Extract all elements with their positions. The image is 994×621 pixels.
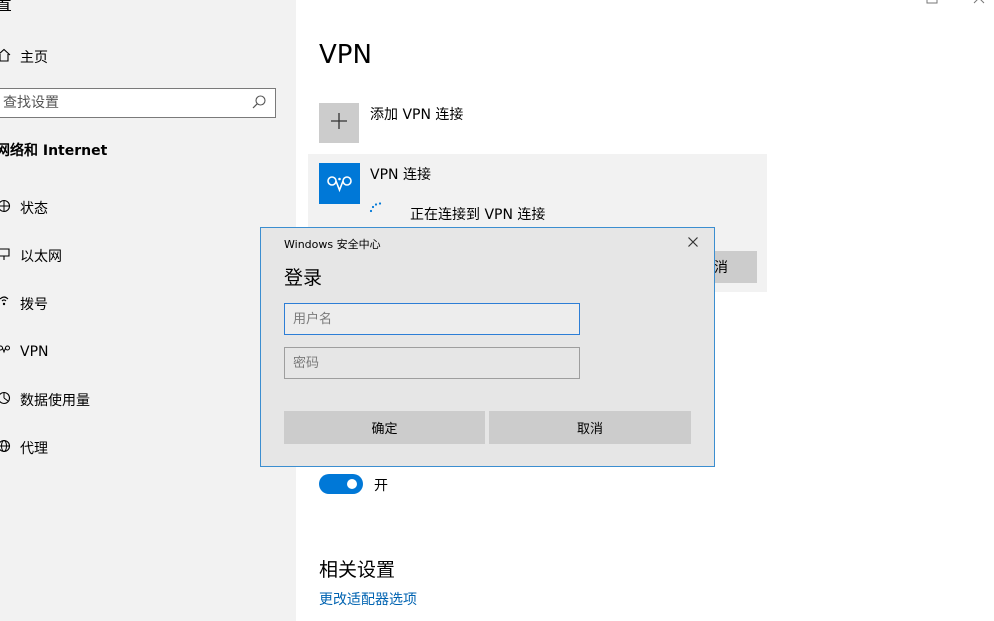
sidebar-item-status[interactable]: 状态: [0, 195, 48, 221]
password-field[interactable]: [284, 347, 580, 379]
sidebar-item-label: 代理: [20, 441, 48, 457]
search-field[interactable]: [0, 88, 276, 118]
close-icon[interactable]: [972, 0, 986, 4]
sidebar-item-label: 主页: [20, 50, 48, 66]
sidebar-item-label: 拨号: [20, 297, 48, 313]
sidebar-item-label: 以太网: [20, 249, 62, 265]
globe-icon: [0, 199, 12, 217]
sidebar-item-vpn[interactable]: VPN: [0, 339, 49, 365]
search-icon[interactable]: [251, 94, 267, 110]
sidebar-item-label: VPN: [20, 344, 49, 360]
vpn-connection-status: 正在连接到 VPN 连接: [410, 207, 546, 223]
vpn-toggle[interactable]: [319, 474, 363, 494]
ok-button[interactable]: 确定: [284, 411, 485, 444]
vpn-icon: [0, 343, 12, 361]
page-title: VPN: [319, 40, 372, 70]
vpn-connection-icon: [319, 163, 360, 204]
loading-spinner-icon: [368, 200, 384, 216]
sidebar-item-ethernet[interactable]: 以太网: [0, 243, 62, 269]
sidebar: 置 主页 网络和 Internet 状态 以太网 拨号 VPN: [0, 0, 296, 621]
toggle-knob: [347, 479, 357, 489]
ethernet-icon: [0, 247, 12, 265]
sidebar-item-dialup[interactable]: 拨号: [0, 291, 48, 317]
add-vpn-label[interactable]: 添加 VPN 连接: [370, 104, 463, 124]
sidebar-item-home[interactable]: 主页: [0, 44, 48, 70]
maximize-icon[interactable]: [925, 0, 939, 4]
settings-title: 置: [0, 0, 12, 15]
cancel-button[interactable]: 取消: [489, 411, 691, 444]
dialup-icon: [0, 295, 12, 313]
proxy-icon: [0, 439, 12, 457]
vpn-connection-name: VPN 连接: [370, 167, 431, 183]
add-vpn-button[interactable]: [319, 103, 359, 143]
home-icon: [0, 48, 12, 66]
username-field[interactable]: [284, 303, 580, 335]
related-settings-title: 相关设置: [319, 559, 396, 581]
search-input[interactable]: [3, 93, 243, 113]
plus-icon: [330, 112, 348, 134]
vpn-cancel-label: 消: [714, 260, 728, 276]
login-dialog: Windows 安全中心 登录 确定 取消: [260, 227, 715, 467]
sidebar-item-data-usage[interactable]: 数据使用量: [0, 387, 90, 413]
data-usage-icon: [0, 391, 12, 409]
sidebar-item-label: 数据使用量: [20, 393, 90, 409]
section-title: 网络和 Internet: [0, 143, 108, 159]
minimize-icon[interactable]: [878, 0, 892, 4]
sidebar-item-label: 状态: [20, 201, 48, 217]
change-adapter-options-link[interactable]: 更改适配器选项: [319, 589, 417, 609]
dialog-caption: Windows 安全中心: [284, 238, 381, 251]
dialog-title: 登录: [284, 267, 323, 289]
close-icon[interactable]: [685, 234, 701, 250]
sidebar-item-proxy[interactable]: 代理: [0, 435, 48, 461]
toggle-label: 开: [374, 478, 388, 494]
